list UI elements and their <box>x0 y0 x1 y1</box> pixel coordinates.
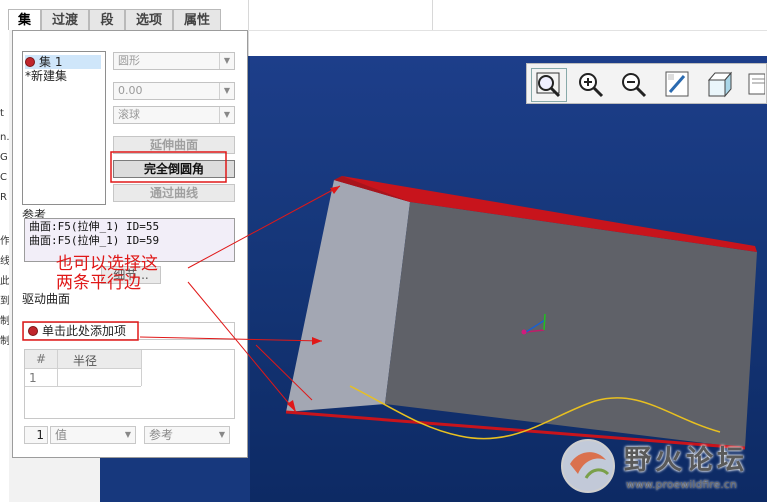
highlight-box <box>110 151 227 183</box>
arrow-line <box>187 281 297 413</box>
arrow-line <box>255 344 313 401</box>
watermark: 野火论坛 www.proewildfire.cn <box>556 434 762 498</box>
watermark-title: 野火论坛 <box>624 445 748 476</box>
annotation-line: 两条平行边 <box>56 273 141 293</box>
annotation-text: 也可以选择这 两条平行边 <box>56 255 158 293</box>
watermark-logo-icon <box>561 439 615 493</box>
highlight-box <box>22 321 139 341</box>
arrow-line <box>139 336 323 342</box>
watermark-url: www.proewildfire.cn <box>626 478 737 491</box>
arrow-head <box>330 186 340 194</box>
arrow-head <box>287 400 296 412</box>
arrow-line <box>187 185 341 269</box>
annotation-overlay <box>22 151 341 413</box>
arrow-head <box>312 337 322 345</box>
annotation-line: 也可以选择这 <box>56 254 158 274</box>
